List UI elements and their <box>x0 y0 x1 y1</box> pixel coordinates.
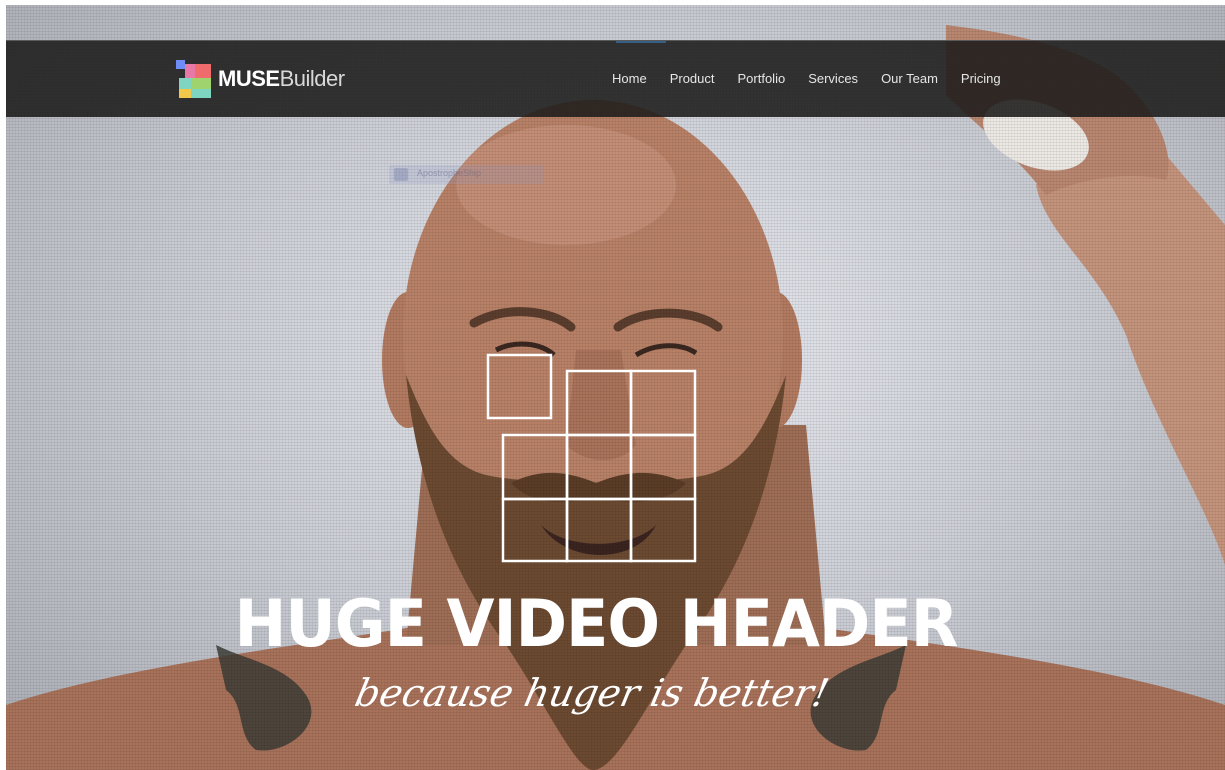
logo-bold-text: MUSE <box>218 66 280 91</box>
logo-tile <box>176 60 185 69</box>
logo-mosaic-icon <box>176 60 214 98</box>
nav-item-home[interactable]: Home <box>612 69 647 89</box>
nav-item-pricing[interactable]: Pricing <box>961 69 1001 89</box>
hero-headline: HUGE VIDEO HEADER <box>234 585 958 662</box>
logo-wordmark: MUSEBuilder <box>218 66 345 92</box>
grid-square <box>629 369 697 437</box>
nav-item-portfolio[interactable]: Portfolio <box>738 69 786 89</box>
logo-tile <box>191 78 211 89</box>
logo-tile <box>191 89 211 98</box>
logo-tile <box>179 78 191 89</box>
grid-square <box>565 369 633 437</box>
logo-tile <box>195 64 211 78</box>
hero-video: ApostropheShip HUGE VIDEO HEADER because… <box>6 5 1225 770</box>
nav-item-our-team[interactable]: Our Team <box>881 69 938 89</box>
grid-square-offset <box>486 353 553 420</box>
grid-square <box>501 433 569 501</box>
logo-tile <box>185 64 195 78</box>
brand-logo[interactable]: MUSEBuilder <box>176 59 345 99</box>
main-menu: Home Product Portfolio Services Our Team… <box>612 69 1024 89</box>
grid-square <box>565 433 633 501</box>
logo-light-text: Builder <box>279 66 345 91</box>
grid-square <box>565 497 633 563</box>
logo-tile <box>179 89 191 98</box>
grid-square <box>629 433 697 501</box>
top-navbar: MUSEBuilder Home Product Portfolio Servi… <box>6 40 1225 117</box>
hero-tagline: because huger is better! <box>351 671 833 715</box>
nav-accent-line <box>616 41 666 43</box>
nav-item-product[interactable]: Product <box>670 69 715 89</box>
nav-item-services[interactable]: Services <box>808 69 858 89</box>
grid-square <box>501 497 569 563</box>
grid-square <box>629 497 697 563</box>
